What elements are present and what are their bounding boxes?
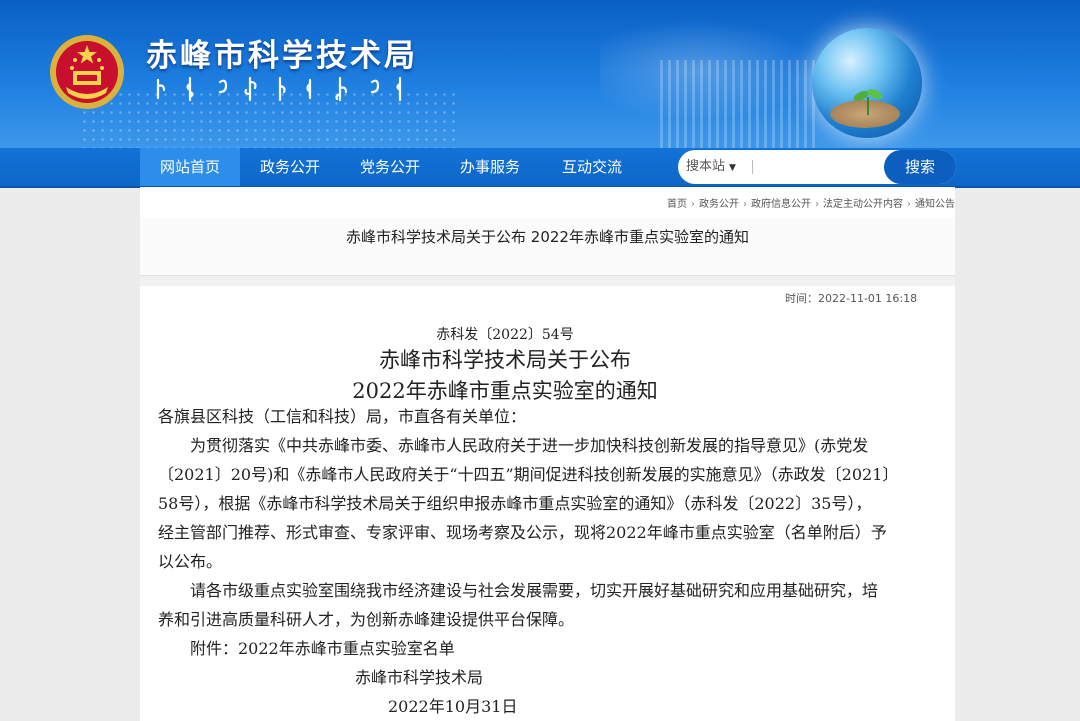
site-title[interactable]: 赤峰市科学技术局	[146, 30, 418, 75]
breadcrumb-separator: ›	[907, 199, 911, 210]
search-scope-dropdown[interactable]: 搜本站 ▼	[686, 150, 736, 184]
nav-item-government-affairs[interactable]: 政务公开	[240, 148, 340, 186]
header-skyline-decoration	[660, 60, 820, 148]
breadcrumb-separator: ›	[815, 199, 819, 210]
breadcrumb-notices[interactable]: 通知公告	[915, 199, 955, 210]
signature-org: 赤峰市科学技术局	[355, 668, 484, 687]
breadcrumb-home[interactable]: 首页	[667, 199, 687, 210]
body-line: 为贯彻落实《中共赤峰市委、赤峰市人民政府关于进一步加快科技创新发展的指导意见》(…	[190, 436, 869, 455]
signature-date: 2022年10月31日	[388, 697, 518, 716]
search-scope-label: 搜本站	[686, 159, 726, 174]
document-heading-line2: 2022年赤峰市重点实验室的通知	[352, 379, 658, 403]
attachment-line[interactable]: 附件：2022年赤峰市重点实验室名单	[190, 634, 965, 663]
nav-item-home[interactable]: 网站首页	[140, 148, 240, 186]
national-emblem-icon[interactable]	[48, 33, 126, 111]
nav-item-services[interactable]: 办事服务	[440, 148, 540, 186]
body-line: 请各市级重点实验室围绕我市经济建设与社会发展需要，切实开展好基础研究和应用基础研…	[190, 581, 879, 600]
body-line: 〔2021〕20号)和《赤峰市人民政府关于“十四五”期间促进科技创新发展的实施意…	[158, 465, 899, 484]
search-divider	[752, 160, 753, 174]
search-input[interactable]	[756, 154, 880, 182]
body-line: 58号），根据《赤峰市科学技术局关于组织申报赤峰市重点实验室的通知》（赤科发〔2…	[158, 494, 872, 513]
section-divider	[140, 276, 955, 286]
page-title: 赤峰市科学技术局关于公布 2022年赤峰市重点实验室的通知	[346, 228, 749, 246]
body-line: 经主管部门推荐、形式审查、专家评审、现场考察及公示，现将2022年峰市重点实验室…	[158, 523, 887, 542]
publish-time: 时间：2022-11-01 16:18	[785, 292, 918, 305]
breadcrumb-gov-info[interactable]: 政府信息公开	[751, 199, 811, 210]
document-heading-line1: 赤峰市科学技术局关于公布	[379, 348, 631, 372]
breadcrumb-statutory[interactable]: 法定主动公开内容	[823, 199, 903, 210]
sprout-icon	[853, 89, 883, 115]
breadcrumb-separator: ›	[743, 199, 747, 210]
document-number: 赤科发〔2022〕54号	[436, 327, 574, 343]
breadcrumb-separator: ›	[691, 199, 695, 210]
salutation-line: 各旗县区科技（工信和科技）局，市直各有关单位：	[158, 407, 527, 426]
caret-down-icon: ▼	[729, 163, 736, 173]
breadcrumb-government-affairs[interactable]: 政务公开	[699, 199, 739, 210]
body-line: 以公布。	[158, 552, 223, 571]
nav-item-party-affairs[interactable]: 党务公开	[340, 148, 440, 186]
breadcrumb: 首页 › 政务公开 › 政府信息公开 › 法定主动公开内容 › 通知公告	[140, 195, 955, 210]
nav-item-interaction[interactable]: 互动交流	[540, 148, 644, 186]
mongolian-script-logo	[156, 76, 402, 102]
body-line: 养和引进高质量科研人才，为创新赤峰建设提供平台保障。	[158, 610, 575, 629]
search-button[interactable]: 搜索	[884, 150, 956, 184]
